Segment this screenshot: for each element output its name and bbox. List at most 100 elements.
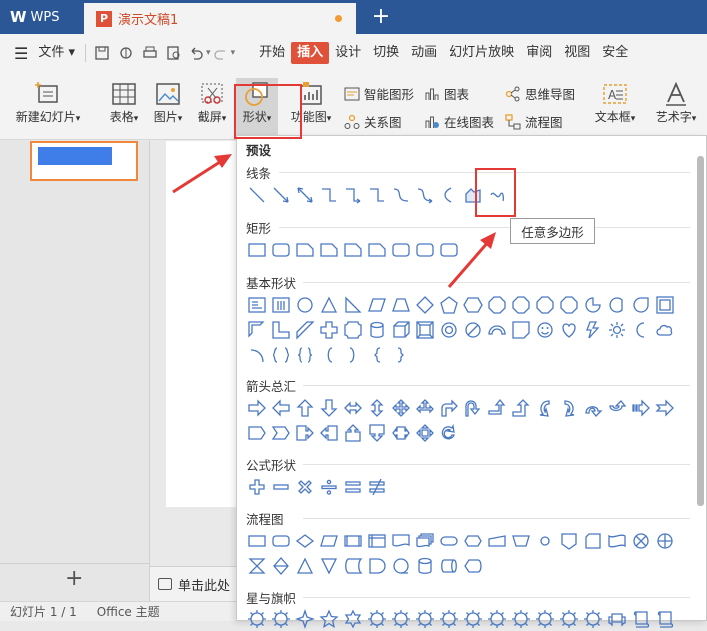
shape-seal-icon[interactable] xyxy=(437,607,461,631)
shape-star4-icon[interactable] xyxy=(293,607,317,631)
menu-review[interactable]: 审阅 xyxy=(520,42,558,64)
redo-dropdown-icon[interactable]: ▾ xyxy=(231,48,236,58)
shape-para-icon[interactable] xyxy=(365,293,389,317)
shape-chord-icon[interactable] xyxy=(605,293,629,317)
shape-fold-icon[interactable] xyxy=(509,318,533,342)
shape-seal-icon[interactable] xyxy=(269,607,293,631)
shape-cloud-icon[interactable] xyxy=(653,318,677,342)
shape-tear-icon[interactable] xyxy=(629,293,653,317)
shape-scroll-icon[interactable] xyxy=(629,607,653,631)
shape-dbrk-icon[interactable] xyxy=(269,343,293,367)
shape-f-predef-icon[interactable] xyxy=(341,529,365,553)
undo-dropdown-icon[interactable]: ▾ xyxy=(206,48,211,58)
shape-a-notch-icon[interactable] xyxy=(653,396,677,420)
shape-bolt-icon[interactable] xyxy=(581,318,605,342)
shape-f-seq-icon[interactable] xyxy=(389,554,413,578)
shape-cross-icon[interactable] xyxy=(317,318,341,342)
shape-f-process-icon[interactable] xyxy=(245,529,269,553)
shape-f-extract-icon[interactable] xyxy=(293,554,317,578)
chart-button[interactable]: 图表 xyxy=(424,84,469,103)
shape-times-icon[interactable] xyxy=(293,475,317,499)
shape-rrect-icon[interactable] xyxy=(413,238,437,262)
shape-seal-icon[interactable] xyxy=(389,607,413,631)
shape-neq-icon[interactable] xyxy=(365,475,389,499)
shape-f-alt-icon[interactable] xyxy=(269,529,293,553)
shape-snip-icon[interactable] xyxy=(365,238,389,262)
shape-oct-icon[interactable] xyxy=(485,293,509,317)
shape-f-sum-icon[interactable] xyxy=(629,529,653,553)
shape-seal-icon[interactable] xyxy=(485,607,509,631)
shape-seal-icon[interactable] xyxy=(413,607,437,631)
shape-elbowarrow-icon[interactable] xyxy=(341,183,365,207)
shape-lbrc-icon[interactable] xyxy=(365,343,389,367)
shape-seal-icon[interactable] xyxy=(245,607,269,631)
shape-elbow-icon[interactable] xyxy=(365,183,389,207)
wps-home-tab[interactable]: W WPS xyxy=(0,0,84,34)
shape-seal-icon[interactable] xyxy=(365,607,389,631)
shape-f-doc-icon[interactable] xyxy=(389,529,413,553)
shape-elbow-icon[interactable] xyxy=(317,183,341,207)
shape-f-off-page-icon[interactable] xyxy=(557,529,581,553)
menu-design[interactable]: 设计 xyxy=(329,42,367,64)
shape-rect-icon[interactable] xyxy=(245,238,269,262)
shape-snip-icon[interactable] xyxy=(341,238,365,262)
shape-frame-icon[interactable] xyxy=(653,293,677,317)
shape-seal-icon[interactable] xyxy=(581,607,605,631)
shape-f-or-icon[interactable] xyxy=(653,529,677,553)
shape-cube-icon[interactable] xyxy=(389,318,413,342)
print-icon[interactable] xyxy=(142,45,158,61)
shape-rrect-icon[interactable] xyxy=(437,238,461,262)
menu-slideshow[interactable]: 幻灯片放映 xyxy=(443,42,520,64)
shape-f-merge-icon[interactable] xyxy=(317,554,341,578)
shape-seal-icon[interactable] xyxy=(533,607,557,631)
shape-lbrk-icon[interactable] xyxy=(317,343,341,367)
shape-chevron-icon[interactable] xyxy=(269,421,293,445)
shape-a-lup-icon[interactable] xyxy=(485,396,509,420)
shape-a-cal-l-r-icon[interactable] xyxy=(389,421,413,445)
shape-pent-icon[interactable] xyxy=(437,293,461,317)
shape-rbrk-icon[interactable] xyxy=(341,343,365,367)
screenshot-button[interactable]: 截屏▾ xyxy=(192,80,232,125)
shape-curve-icon[interactable] xyxy=(389,183,413,207)
menu-home[interactable]: 开始 xyxy=(253,42,291,64)
redo-icon[interactable] xyxy=(213,45,229,61)
shape-pent-arrow-icon[interactable] xyxy=(245,421,269,445)
menu-view[interactable]: 视图 xyxy=(558,42,596,64)
shape-f-manual-in-icon[interactable] xyxy=(485,529,509,553)
shape-f-direct-icon[interactable] xyxy=(437,554,461,578)
shape-rbrc-icon[interactable] xyxy=(389,343,413,367)
shape-plus-icon[interactable] xyxy=(245,475,269,499)
shape-textframe-icon[interactable] xyxy=(245,293,269,317)
shape-line-icon[interactable] xyxy=(245,183,269,207)
shape-sun-icon[interactable] xyxy=(605,318,629,342)
shape-seal-icon[interactable] xyxy=(461,607,485,631)
shape-arc-l-icon[interactable] xyxy=(245,343,269,367)
shape-f-mag-icon[interactable] xyxy=(413,554,437,578)
shape-blockarc-icon[interactable] xyxy=(485,318,509,342)
shape-smile-icon[interactable] xyxy=(533,318,557,342)
shape-a-uturn-icon[interactable] xyxy=(461,396,485,420)
shape-f-term-icon[interactable] xyxy=(437,529,461,553)
output-pdf-icon[interactable] xyxy=(118,45,134,61)
shape-corner-icon[interactable] xyxy=(269,318,293,342)
save-icon[interactable] xyxy=(94,45,110,61)
relation-button[interactable]: 关系图 xyxy=(344,112,402,131)
shape-trap-icon[interactable] xyxy=(389,293,413,317)
smart-art-button[interactable]: 智能图形 xyxy=(344,84,414,103)
shape-a-curv-l-icon[interactable] xyxy=(557,396,581,420)
shape-oct-icon[interactable] xyxy=(533,293,557,317)
picture-button[interactable]: 图片▾ xyxy=(148,80,188,125)
shape-minus-icon[interactable] xyxy=(269,475,293,499)
shape-circle-icon[interactable] xyxy=(293,293,317,317)
slide-canvas[interactable] xyxy=(166,141,246,507)
shape-f-multi-doc-icon[interactable] xyxy=(413,529,437,553)
shape-a-cal-l-icon[interactable] xyxy=(317,421,341,445)
shape-snip-icon[interactable] xyxy=(293,238,317,262)
shape-arc-icon[interactable] xyxy=(437,183,461,207)
shape-hex-icon[interactable] xyxy=(461,293,485,317)
textbox-button[interactable]: A 文本框▾ xyxy=(588,80,642,125)
shape-dblarrow-icon[interactable] xyxy=(293,183,317,207)
shape-pie-icon[interactable] xyxy=(581,293,605,317)
shape-rrect-icon[interactable] xyxy=(389,238,413,262)
shape-donut-icon[interactable] xyxy=(437,318,461,342)
